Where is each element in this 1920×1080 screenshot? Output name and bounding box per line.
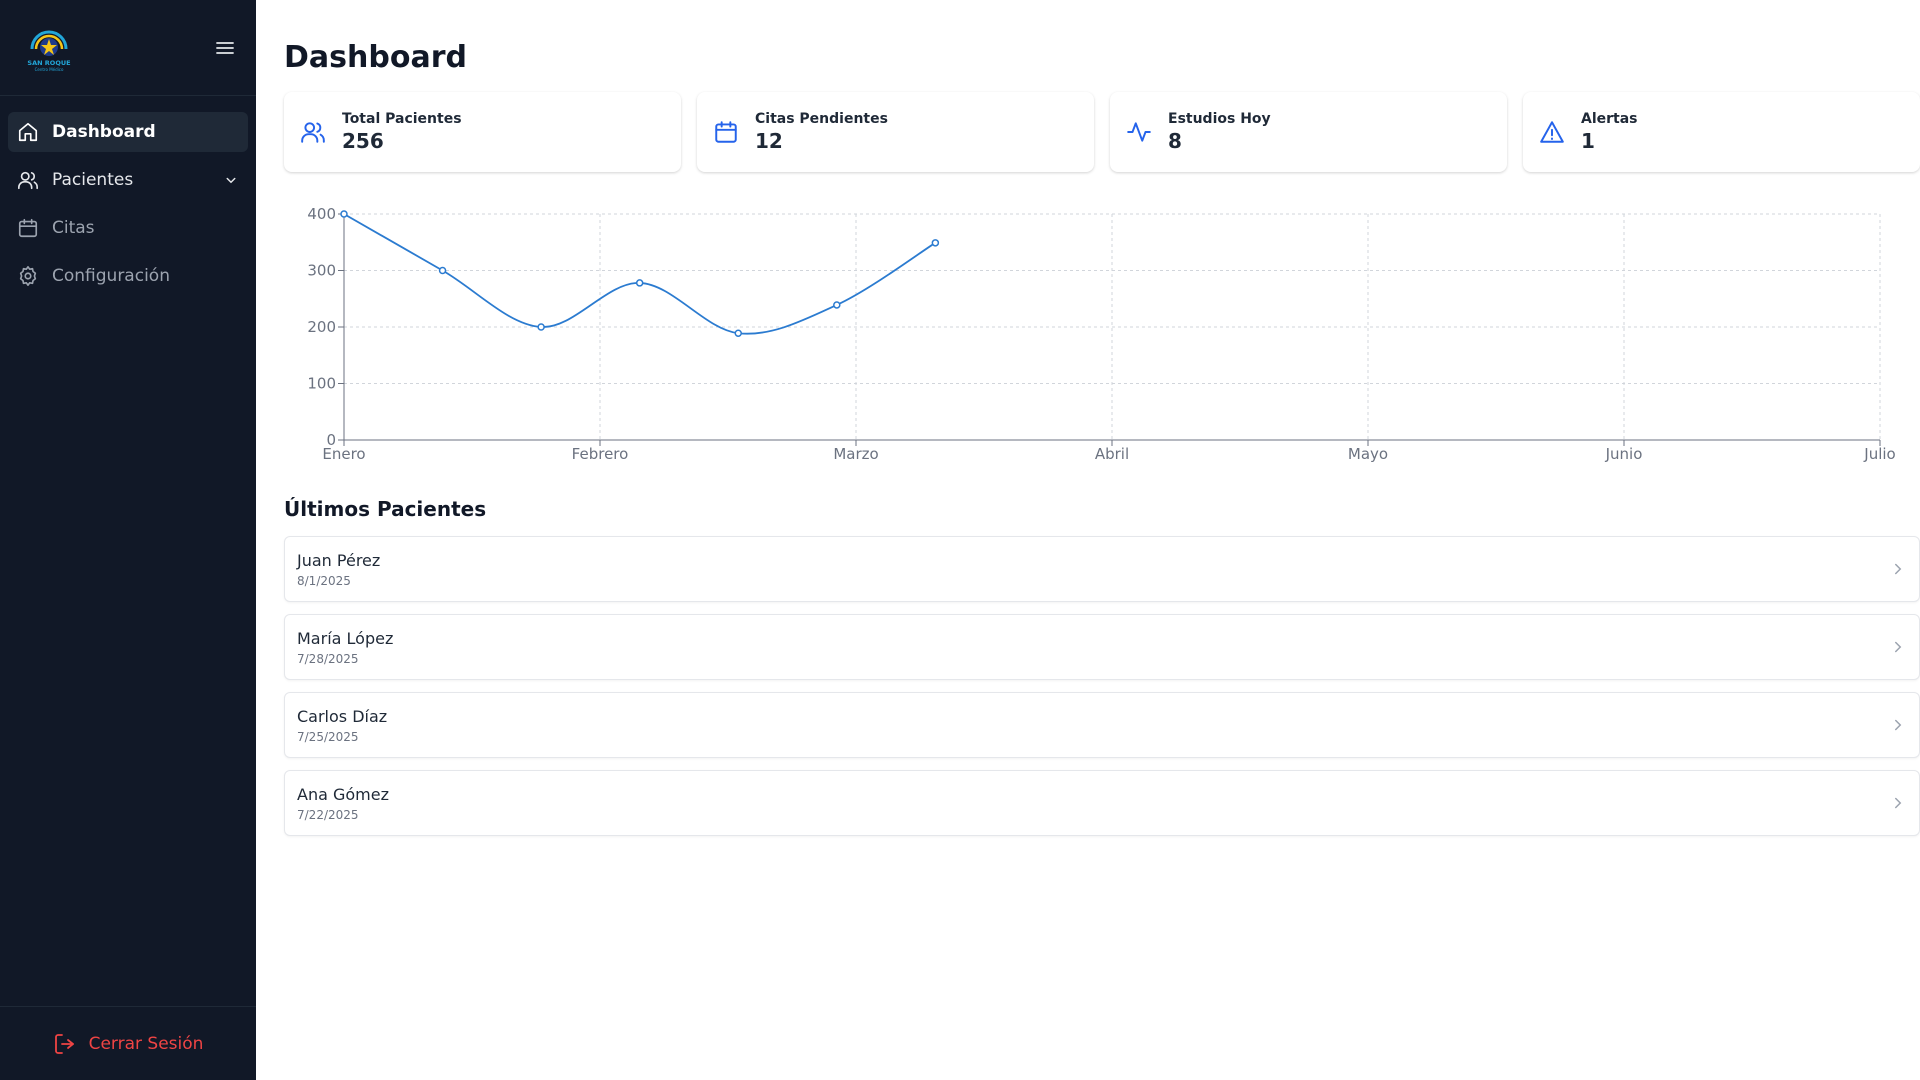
sidebar-footer: Cerrar Sesión	[0, 1006, 256, 1080]
chevron-right-icon	[1895, 641, 1902, 653]
hamburger-icon	[216, 41, 234, 54]
patient-date: 7/28/2025	[297, 651, 359, 666]
data-point	[635, 279, 644, 287]
patient-name: María López	[297, 628, 394, 648]
menu-toggle-button[interactable]	[212, 35, 238, 61]
x-tick-label: Mayo	[1348, 445, 1388, 463]
stat-card-value: 8	[1168, 129, 1182, 153]
sidebar-nav: Dashboard Pacientes Citas Configuración	[0, 96, 256, 312]
users-icon	[301, 122, 325, 143]
patient-date: 7/22/2025	[297, 807, 359, 822]
page-title: Dashboard	[284, 40, 467, 75]
x-tick-label: Marzo	[833, 445, 878, 463]
y-tick-label: 200	[307, 318, 336, 336]
sidebar: SAN ROQUE Centro Médico Dashboard Pacien…	[0, 0, 256, 1080]
patient-date: 7/25/2025	[297, 729, 359, 744]
section-title-ultimos-pacientes: Últimos Pacientes	[284, 497, 487, 521]
list-item[interactable]: Ana Gómez 7/22/2025	[284, 770, 1920, 836]
data-point	[438, 266, 447, 275]
list-item[interactable]: Juan Pérez 8/1/2025	[284, 536, 1920, 602]
stat-card-value: 256	[342, 129, 384, 153]
patients-chart: 0 100 200 300 400 Enero Febrero Marzo Abril Mayo J…	[284, 196, 1920, 466]
y-tick-label: 100	[307, 375, 336, 393]
calendar-icon	[18, 218, 38, 238]
stat-card-value: 12	[755, 129, 783, 153]
alert-triangle-icon	[1540, 121, 1564, 143]
chevron-right-icon	[1895, 563, 1902, 575]
x-tick-label: Enero	[322, 445, 365, 463]
patient-name: Ana Gómez	[297, 784, 389, 804]
data-point	[537, 323, 545, 331]
x-tick-label: Julio	[1863, 445, 1895, 463]
patient-date: 8/1/2025	[297, 573, 351, 588]
svg-text:Centro Médico: Centro Médico	[35, 67, 64, 72]
stat-card-label: Total Pacientes	[342, 111, 462, 127]
sidebar-item-label: Dashboard	[52, 122, 156, 142]
y-tick-label: 300	[307, 262, 336, 280]
svg-text:SAN ROQUE: SAN ROQUE	[27, 59, 70, 67]
users-icon	[18, 171, 38, 190]
x-tick-label: Febrero	[572, 445, 629, 463]
y-tick-label: 400	[307, 205, 336, 223]
activity-icon	[1127, 122, 1151, 142]
patient-name: Carlos Díaz	[297, 706, 388, 726]
stat-card-estudios-hoy: Estudios Hoy 8	[1110, 92, 1507, 172]
sidebar-header: SAN ROQUE Centro Médico	[0, 0, 256, 96]
patient-name: Juan Pérez	[297, 550, 381, 570]
calendar-icon	[715, 121, 737, 143]
stat-card-total-pacientes: Total Pacientes 256	[284, 92, 681, 172]
stat-card-alertas: Alertas 1	[1523, 92, 1920, 172]
stat-card-value: 1	[1581, 129, 1595, 153]
stat-card-label: Estudios Hoy	[1168, 111, 1271, 127]
list-item[interactable]: María López 7/28/2025	[284, 614, 1920, 680]
main-content: Dashboard Total Pacientes 256 Citas Pend…	[256, 0, 1920, 1080]
data-point	[833, 301, 841, 309]
home-icon	[18, 122, 38, 142]
sidebar-item-configuracion[interactable]: Configuración	[8, 256, 248, 296]
logout-button[interactable]: Cerrar Sesión	[53, 1032, 204, 1056]
sidebar-item-dashboard[interactable]: Dashboard	[8, 112, 248, 152]
list-item[interactable]: Carlos Díaz 7/25/2025	[284, 692, 1920, 758]
sidebar-item-citas[interactable]: Citas	[8, 208, 248, 248]
gear-icon	[19, 266, 37, 286]
data-point	[734, 329, 742, 337]
logout-icon	[54, 1033, 74, 1054]
line-chart: 0100200300400Enero Febrero Marzo Abril Mayo J…	[307, 205, 1895, 463]
data-point	[340, 210, 348, 218]
stat-card-label: Citas Pendientes	[755, 111, 888, 127]
series-line	[343, 213, 936, 335]
x-tick-label: Junio	[1605, 445, 1643, 463]
chevron-right-icon	[1895, 797, 1902, 809]
logout-label: Cerrar Sesión	[88, 1033, 204, 1054]
data-point	[931, 239, 940, 247]
patient-list: Juan Pérez 8/1/2025 María López 7/28/202…	[284, 536, 1920, 836]
chevron-right-icon	[1895, 719, 1902, 731]
chevron-down-icon	[226, 177, 236, 184]
stat-card-label: Alertas	[1581, 111, 1638, 127]
sidebar-item-label: Pacientes	[52, 170, 134, 190]
stat-card-citas-pendientes: Citas Pendientes 12	[697, 92, 1094, 172]
app-root: SAN ROQUE Centro Médico Dashboard Pacien…	[0, 0, 1920, 1080]
stat-cards: Total Pacientes 256 Citas Pendientes 12	[284, 92, 1920, 172]
sidebar-item-label: Configuración	[52, 266, 170, 286]
sidebar-item-label: Citas	[52, 218, 95, 238]
x-tick-label: Abril	[1095, 445, 1129, 463]
logo: SAN ROQUE Centro Médico	[27, 30, 71, 72]
sidebar-item-pacientes[interactable]: Pacientes	[8, 160, 248, 200]
